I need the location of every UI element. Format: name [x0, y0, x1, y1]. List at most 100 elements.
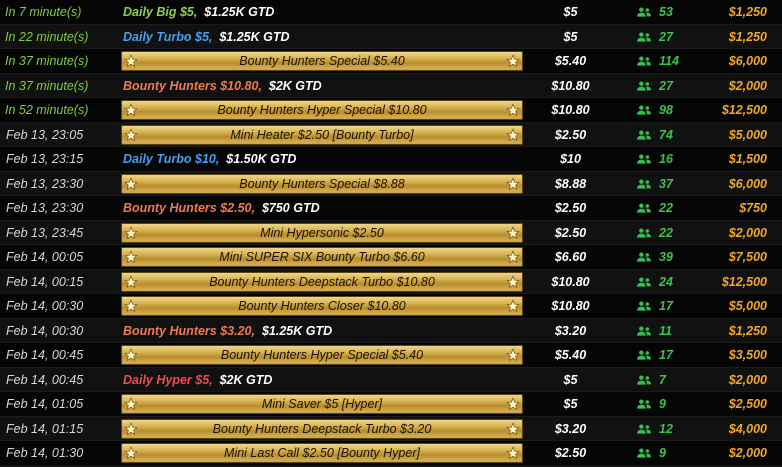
star-icon: [506, 348, 520, 362]
guaranteed-prize: $2,000: [728, 446, 767, 460]
star-icon: [506, 54, 520, 68]
tournament-row[interactable]: In 7 minute(s) Daily Big $5, $1.25K GTD $5…: [0, 0, 782, 25]
users-icon: [636, 98, 652, 122]
buy-in: $5: [563, 372, 578, 387]
star-icon: [124, 299, 138, 313]
player-count: 74: [659, 127, 673, 142]
featured-tournament-banner[interactable]: Bounty Hunters Special $5.40: [121, 51, 523, 71]
featured-tournament-banner[interactable]: Mini Heater $2.50 [Bounty Turbo]: [121, 124, 523, 145]
users-icon: [636, 221, 652, 245]
tournament-row[interactable]: Feb 13, 23:45 Mini Hypersonic $2.50 $2.50 2…: [0, 220, 782, 245]
player-count: 16: [659, 152, 673, 166]
tournament-name-cell: Bounty Hunters $10.80, $2K GTD: [123, 74, 523, 98]
player-count: 98: [659, 103, 673, 117]
guaranteed-prize: $2,500: [728, 397, 767, 411]
guarantee-label: $2K GTD: [219, 372, 273, 387]
featured-tournament-banner[interactable]: Bounty Hunters Deepstack Turbo $3.20: [121, 418, 523, 439]
guarantee-label: $750 GTD: [261, 201, 320, 215]
tournament-name: Bounty Hunters Special $5.40: [239, 54, 405, 68]
featured-tournament-banner[interactable]: Mini Hypersonic $2.50: [121, 222, 523, 243]
tournament-name: Mini Last Call $2.50 [Bounty Hyper]: [224, 446, 420, 460]
tournament-row[interactable]: In 37 minute(s) Bounty Hunters Special $5…: [0, 49, 782, 74]
users-icon: [636, 441, 652, 465]
guaranteed-prize: $4,000: [728, 421, 767, 436]
tournament-name: Bounty Hunters Hyper Special $5.40: [220, 348, 424, 362]
buy-in: $10: [560, 152, 581, 166]
users-icon: [636, 147, 652, 171]
tournament-row[interactable]: Feb 13, 23:30 Bounty Hunters $2.50, $750 …: [0, 196, 782, 221]
star-icon: [124, 348, 138, 362]
users-icon: [636, 368, 652, 392]
tournament-name: Mini Heater $2.50 [Bounty Turbo]: [230, 127, 414, 142]
guaranteed-prize: $12,500: [721, 103, 767, 117]
buy-in: $2.50: [554, 201, 587, 215]
featured-tournament-banner[interactable]: Bounty Hunters Special $8.88: [121, 173, 523, 194]
start-time: Feb 14, 01:05: [6, 397, 84, 411]
buy-in: $2.50: [554, 127, 587, 142]
users-icon: [636, 319, 652, 343]
users-icon: [636, 245, 652, 269]
tournament-name: Bounty Hunters Special $8.88: [239, 176, 405, 191]
tournament-row[interactable]: Feb 14, 01:30 Mini Last Call $2.50 [Bount…: [0, 441, 782, 466]
guaranteed-prize: $6,000: [728, 54, 767, 68]
start-time: In 7 minute(s): [5, 5, 82, 19]
player-count: 17: [659, 299, 673, 313]
featured-tournament-banner[interactable]: Mini Saver $5 [Hyper]: [121, 394, 523, 414]
tournament-row[interactable]: In 37 minute(s) Bounty Hunters $10.80, $2…: [0, 73, 782, 98]
start-time: Feb 14, 01:30: [6, 446, 84, 460]
star-icon: [506, 421, 520, 436]
star-icon: [124, 274, 138, 289]
tournament-row[interactable]: Feb 14, 00:30 Bounty Hunters $3.20, $1.25…: [0, 318, 782, 343]
tournament-row[interactable]: Feb 13, 23:30 Bounty Hunters Special $8.8…: [0, 171, 782, 196]
tournament-row[interactable]: Feb 13, 23:15 Daily Turbo $10, $1.50K GTD…: [0, 147, 782, 172]
users-icon: [636, 294, 652, 318]
start-time: Feb 14, 00:45: [6, 372, 84, 387]
tournament-name-cell: Bounty Hunters $3.20, $1.25K GTD: [123, 319, 523, 343]
tournament-row[interactable]: In 52 minute(s) Bounty Hunters Hyper Spec…: [0, 98, 782, 123]
tournament-row[interactable]: Feb 14, 00:30 Bounty Hunters Closer $10.8…: [0, 294, 782, 319]
featured-tournament-banner[interactable]: Bounty Hunters Closer $10.80: [121, 296, 523, 316]
tournament-row[interactable]: Feb 14, 00:15 Bounty Hunters Deepstack Tu…: [0, 269, 782, 294]
featured-tournament-banner[interactable]: Bounty Hunters Hyper Special $5.40: [121, 345, 523, 365]
guarantee-label: $1.25K GTD: [204, 5, 275, 19]
tournament-row[interactable]: Feb 14, 00:05 Mini SUPER SIX Bounty Turbo…: [0, 245, 782, 270]
tournament-name-cell: Daily Turbo $5, $1.25K GTD: [123, 25, 523, 49]
tournament-row[interactable]: Feb 14, 01:15 Bounty Hunters Deepstack Tu…: [0, 416, 782, 441]
tournament-row[interactable]: Feb 14, 01:05 Mini Saver $5 [Hyper] $5 9 $2,…: [0, 392, 782, 417]
users-icon: [636, 196, 652, 220]
tournament-row[interactable]: Feb 14, 00:45 Bounty Hunters Hyper Specia…: [0, 343, 782, 368]
featured-tournament-banner[interactable]: Bounty Hunters Deepstack Turbo $10.80: [121, 271, 523, 292]
users-icon: [636, 343, 652, 367]
player-count: 22: [659, 201, 673, 215]
tournament-row[interactable]: Feb 13, 23:05 Mini Heater $2.50 [Bounty T…: [0, 122, 782, 147]
start-time: Feb 13, 23:30: [6, 176, 84, 191]
tournament-row[interactable]: In 22 minute(s) Daily Turbo $5, $1.25K GT…: [0, 24, 782, 49]
tournament-name: Bounty Hunters Deepstack Turbo $10.80: [209, 274, 435, 289]
users-icon: [636, 417, 652, 441]
star-icon: [506, 103, 520, 117]
tournament-name: Bounty Hunters $3.20,: [123, 323, 255, 338]
tournament-name-cell: Daily Big $5, $1.25K GTD: [123, 0, 523, 24]
buy-in: $5: [563, 5, 578, 19]
featured-tournament-banner[interactable]: Bounty Hunters Hyper Special $10.80: [121, 100, 523, 120]
buy-in: $5: [563, 29, 578, 44]
featured-tournament-banner[interactable]: Mini SUPER SIX Bounty Turbo $6.60: [121, 247, 523, 267]
guarantee-label: $1.25K GTD: [219, 29, 290, 44]
star-icon: [124, 225, 138, 240]
star-icon: [124, 103, 138, 117]
users-icon: [636, 123, 652, 147]
featured-tournament-banner[interactable]: Mini Last Call $2.50 [Bounty Hyper]: [121, 443, 523, 463]
star-icon: [124, 397, 138, 411]
users-icon: [636, 25, 652, 49]
guarantee-label: $1.25K GTD: [261, 323, 333, 338]
users-icon: [636, 270, 652, 294]
buy-in: $5.40: [554, 54, 587, 68]
tournament-row[interactable]: Feb 14, 00:45 Daily Hyper $5, $2K GTD $5 7 $…: [0, 367, 782, 392]
guaranteed-prize: $5,000: [728, 299, 767, 313]
player-count: 12: [659, 421, 673, 436]
buy-in: $2.50: [554, 446, 587, 460]
users-icon: [636, 74, 652, 98]
buy-in: $3.20: [554, 421, 587, 436]
player-count: 9: [659, 446, 666, 460]
start-time: In 22 minute(s): [5, 29, 89, 44]
